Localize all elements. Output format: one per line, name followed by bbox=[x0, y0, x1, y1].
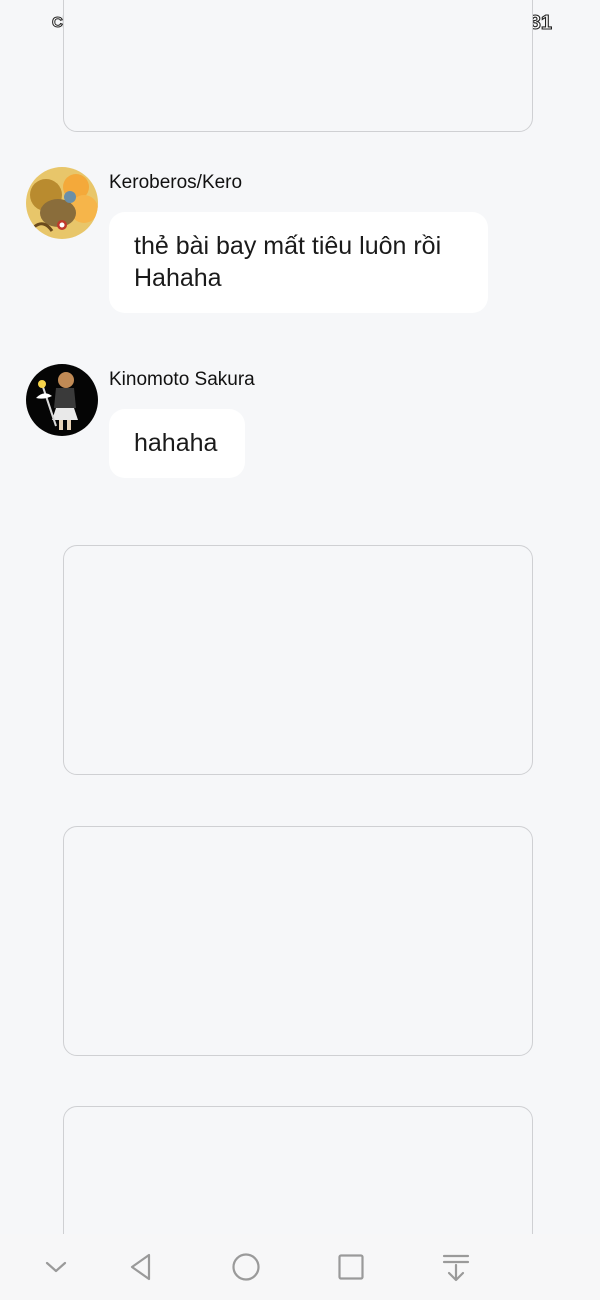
message-card-placeholder[interactable] bbox=[63, 0, 533, 132]
download-icon[interactable] bbox=[439, 1250, 473, 1284]
message-text-line: hahaha bbox=[134, 429, 218, 457]
home-icon[interactable] bbox=[229, 1250, 263, 1284]
back-icon[interactable] bbox=[125, 1250, 159, 1284]
message-bubble[interactable]: thẻ bài bay mất tiêu luôn rồi Hahaha bbox=[109, 212, 488, 313]
recents-icon[interactable] bbox=[334, 1250, 368, 1284]
kero-avatar[interactable] bbox=[26, 167, 98, 239]
message-card-placeholder[interactable] bbox=[63, 545, 533, 775]
message-card-placeholder[interactable] bbox=[63, 826, 533, 1056]
sender-name: Kinomoto Sakura bbox=[109, 369, 255, 390]
message-bubble[interactable]: hahaha bbox=[109, 409, 245, 478]
message-row: Kinomoto Sakura hahaha bbox=[26, 364, 506, 480]
sakura-avatar[interactable] bbox=[26, 364, 98, 436]
navigation-bar bbox=[0, 1234, 600, 1300]
message-row: Keroberos/Kero thẻ bài bay mất tiêu luôn… bbox=[26, 167, 506, 317]
chat-screen: Chỉ SOS 21 15:31 bbox=[0, 0, 600, 1300]
message-text-line: thẻ bài bay mất tiêu luôn rồi bbox=[134, 232, 442, 260]
message-text-line: Hahaha bbox=[134, 264, 222, 292]
sender-name: Keroberos/Kero bbox=[109, 172, 243, 193]
chevron-down-icon[interactable] bbox=[39, 1250, 73, 1284]
